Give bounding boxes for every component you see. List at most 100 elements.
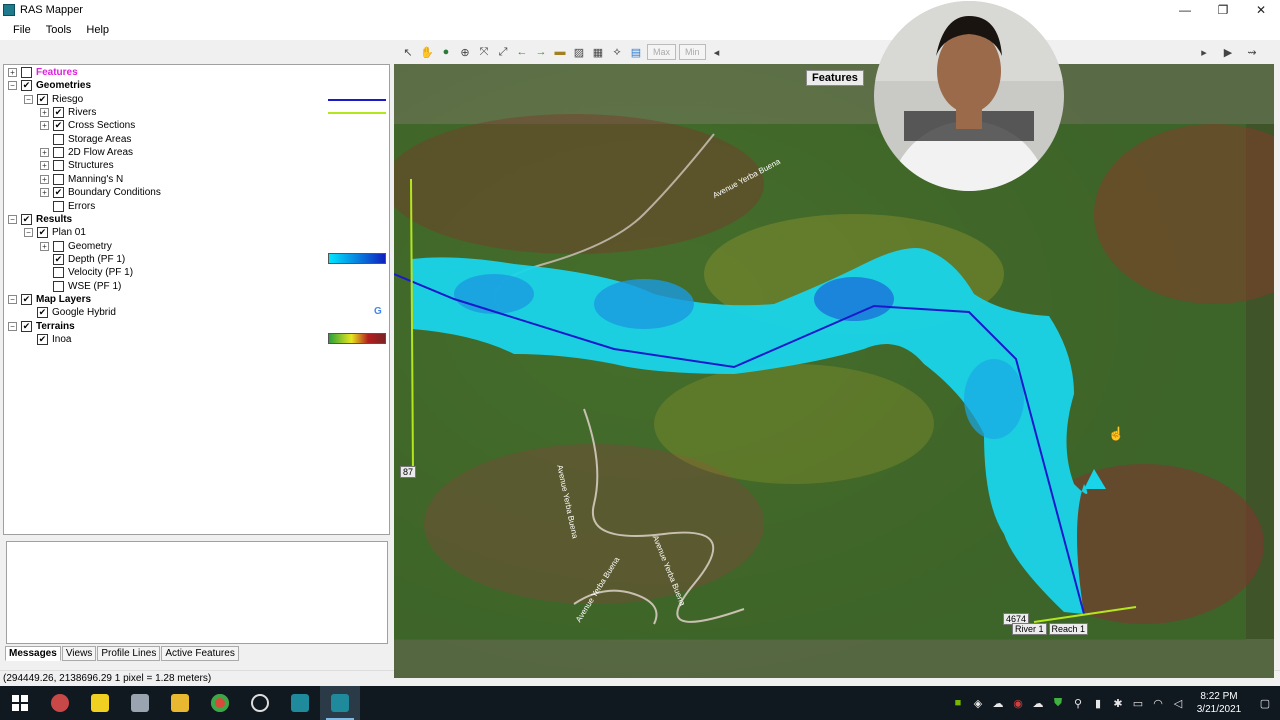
tree-expander-icon[interactable]: + xyxy=(8,68,17,77)
taskbar-clock[interactable]: 8:22 PM 3/21/2021 xyxy=(1188,690,1250,716)
tab-profile-lines[interactable]: Profile Lines xyxy=(97,646,161,661)
wifi-icon[interactable]: ◠ xyxy=(1148,686,1168,720)
layer-checkbox[interactable]: ✔ xyxy=(21,213,32,225)
tree-item[interactable]: ✔ Google Hybrid xyxy=(24,306,116,319)
menu-file[interactable]: File xyxy=(0,24,38,36)
taskbar-app-ras-mapper[interactable] xyxy=(320,686,360,720)
pan-hand-icon[interactable]: ✋ xyxy=(419,44,435,60)
grid-icon[interactable]: ▦ xyxy=(590,44,606,60)
layer-checkbox[interactable]: ✔ xyxy=(37,227,48,239)
menu-help[interactable]: Help xyxy=(78,24,116,36)
tree-item[interactable]: − ✔ Terrains xyxy=(8,320,75,333)
tree-expander-icon[interactable]: − xyxy=(8,214,17,224)
cloud-upload-icon[interactable]: ☁ xyxy=(988,686,1008,720)
back-arrow-icon[interactable]: ← xyxy=(514,44,530,60)
layer-checkbox[interactable] xyxy=(53,133,64,145)
tree-item[interactable]: − ✔ Plan 01 xyxy=(24,226,86,239)
minimize-button[interactable]: — xyxy=(1166,0,1204,20)
maximize-button[interactable]: ❐ xyxy=(1204,0,1242,20)
tree-item[interactable]: + ✔ Cross Sections xyxy=(40,119,135,132)
layer-checkbox[interactable]: ✔ xyxy=(53,253,64,265)
tree-expander-icon[interactable]: + xyxy=(40,241,49,251)
measure-ruler-icon[interactable]: ▬ xyxy=(552,44,568,60)
layer-checkbox[interactable] xyxy=(53,267,64,279)
tree-item[interactable]: Errors xyxy=(40,200,95,213)
notifications-icon[interactable]: ▢ xyxy=(1250,686,1280,720)
tree-expander-icon[interactable]: + xyxy=(40,161,49,171)
tree-item[interactable]: − ✔ Geometries xyxy=(8,79,91,92)
time-slider-left-icon[interactable]: ◂ xyxy=(709,44,725,60)
microphone-icon[interactable]: ▮ xyxy=(1088,686,1108,720)
animation-settings-icon[interactable]: ⇝ xyxy=(1244,44,1260,60)
battery-icon[interactable]: ▭ xyxy=(1128,686,1148,720)
tree-item[interactable]: WSE (PF 1) xyxy=(40,280,121,293)
tree-item[interactable]: + ✔ Rivers xyxy=(40,106,96,119)
layer-checkbox[interactable]: ✔ xyxy=(21,80,32,92)
usb-icon[interactable]: ⚲ xyxy=(1068,686,1088,720)
layer-checkbox[interactable] xyxy=(53,173,64,185)
full-extent-icon[interactable]: ⤢ xyxy=(495,44,511,60)
tree-expander-icon[interactable]: − xyxy=(8,294,17,304)
min-button[interactable]: Min xyxy=(679,44,706,60)
taskbar-app-hec-ras[interactable] xyxy=(280,686,320,720)
max-button[interactable]: Max xyxy=(647,44,677,60)
layer-checkbox[interactable] xyxy=(53,147,64,159)
tree-item[interactable]: − ✔ Results xyxy=(8,213,72,226)
tab-views[interactable]: Views xyxy=(61,646,97,661)
layer-checkbox[interactable]: ✔ xyxy=(37,93,48,105)
layer-checkbox[interactable] xyxy=(53,160,64,172)
forward-arrow-icon[interactable]: → xyxy=(533,44,549,60)
layer-checkbox[interactable] xyxy=(53,280,64,292)
play-icon[interactable]: ▶ xyxy=(1220,44,1236,60)
globe-icon[interactable]: ● xyxy=(438,44,454,60)
antivirus-icon[interactable]: ◉ xyxy=(1008,686,1028,720)
layer-checkbox[interactable] xyxy=(53,240,64,252)
tree-expander-icon[interactable]: − xyxy=(24,94,33,104)
tree-item[interactable]: +2D Flow Areas xyxy=(40,146,133,159)
layer-checkbox[interactable]: ✔ xyxy=(37,334,48,345)
tab-messages[interactable]: Messages xyxy=(5,646,61,661)
select-arrow-icon[interactable]: ↖ xyxy=(400,44,416,60)
tree-expander-icon[interactable]: − xyxy=(24,228,33,238)
tree-item[interactable]: − ✔ Riesgo xyxy=(24,93,83,106)
layer-checkbox[interactable]: ✔ xyxy=(37,307,48,319)
tree-expander-icon[interactable]: + xyxy=(40,174,49,184)
time-slider-right-icon[interactable]: ▸ xyxy=(1196,44,1212,60)
security-shield-icon[interactable]: ⛊ xyxy=(1048,686,1068,720)
profile-tool-icon[interactable]: ⟡ xyxy=(609,44,625,60)
volume-icon[interactable]: ◁ xyxy=(1168,686,1188,720)
tab-active-features[interactable]: Active Features xyxy=(161,646,239,661)
tree-item[interactable]: Velocity (PF 1) xyxy=(40,266,133,279)
tree-item[interactable]: + ✔ Boundary Conditions xyxy=(40,186,161,199)
animation-layers-icon[interactable]: ▤ xyxy=(628,44,644,60)
start-button[interactable] xyxy=(0,686,40,720)
tree-item[interactable]: Storage Areas xyxy=(40,133,131,146)
tree-expander-icon[interactable]: − xyxy=(8,321,17,331)
map-canvas[interactable] xyxy=(394,64,1274,678)
map-view[interactable]: Features 87 4674 River 1 Reach 1 Avenue … xyxy=(394,64,1274,678)
steam-icon[interactable]: ◈ xyxy=(968,686,988,720)
zoom-in-icon[interactable]: ⊕ xyxy=(457,44,473,60)
nvidia-icon[interactable]: ■ xyxy=(948,686,968,720)
tree-item[interactable]: + Geometry xyxy=(40,240,112,253)
onedrive-icon[interactable]: ☁ xyxy=(1028,686,1048,720)
taskbar-app-clock[interactable] xyxy=(240,686,280,720)
tree-item[interactable]: + Manning's N xyxy=(40,173,123,186)
zoom-extents-icon[interactable]: ⤧ xyxy=(476,44,492,60)
tree-expander-icon[interactable]: + xyxy=(40,188,49,198)
taskbar-app-calculator[interactable] xyxy=(120,686,160,720)
tree-item[interactable]: ✔ Depth (PF 1) xyxy=(40,253,125,266)
taskbar-app-snip[interactable] xyxy=(40,686,80,720)
tree-expander-icon[interactable]: − xyxy=(8,81,17,91)
bluetooth-icon[interactable]: ✱ xyxy=(1108,686,1128,720)
layer-checkbox[interactable] xyxy=(53,200,64,212)
edit-layer-icon[interactable]: ▨ xyxy=(571,44,587,60)
layer-checkbox[interactable]: ✔ xyxy=(21,293,32,305)
menu-tools[interactable]: Tools xyxy=(38,24,79,36)
tree-expander-icon[interactable]: + xyxy=(40,148,49,158)
tree-item[interactable]: + Features xyxy=(8,66,78,79)
taskbar-app-explorer[interactable] xyxy=(160,686,200,720)
taskbar-app-notes[interactable] xyxy=(80,686,120,720)
tree-item[interactable]: ✔ Inoa xyxy=(24,333,71,346)
tree-expander-icon[interactable]: + xyxy=(40,108,49,118)
